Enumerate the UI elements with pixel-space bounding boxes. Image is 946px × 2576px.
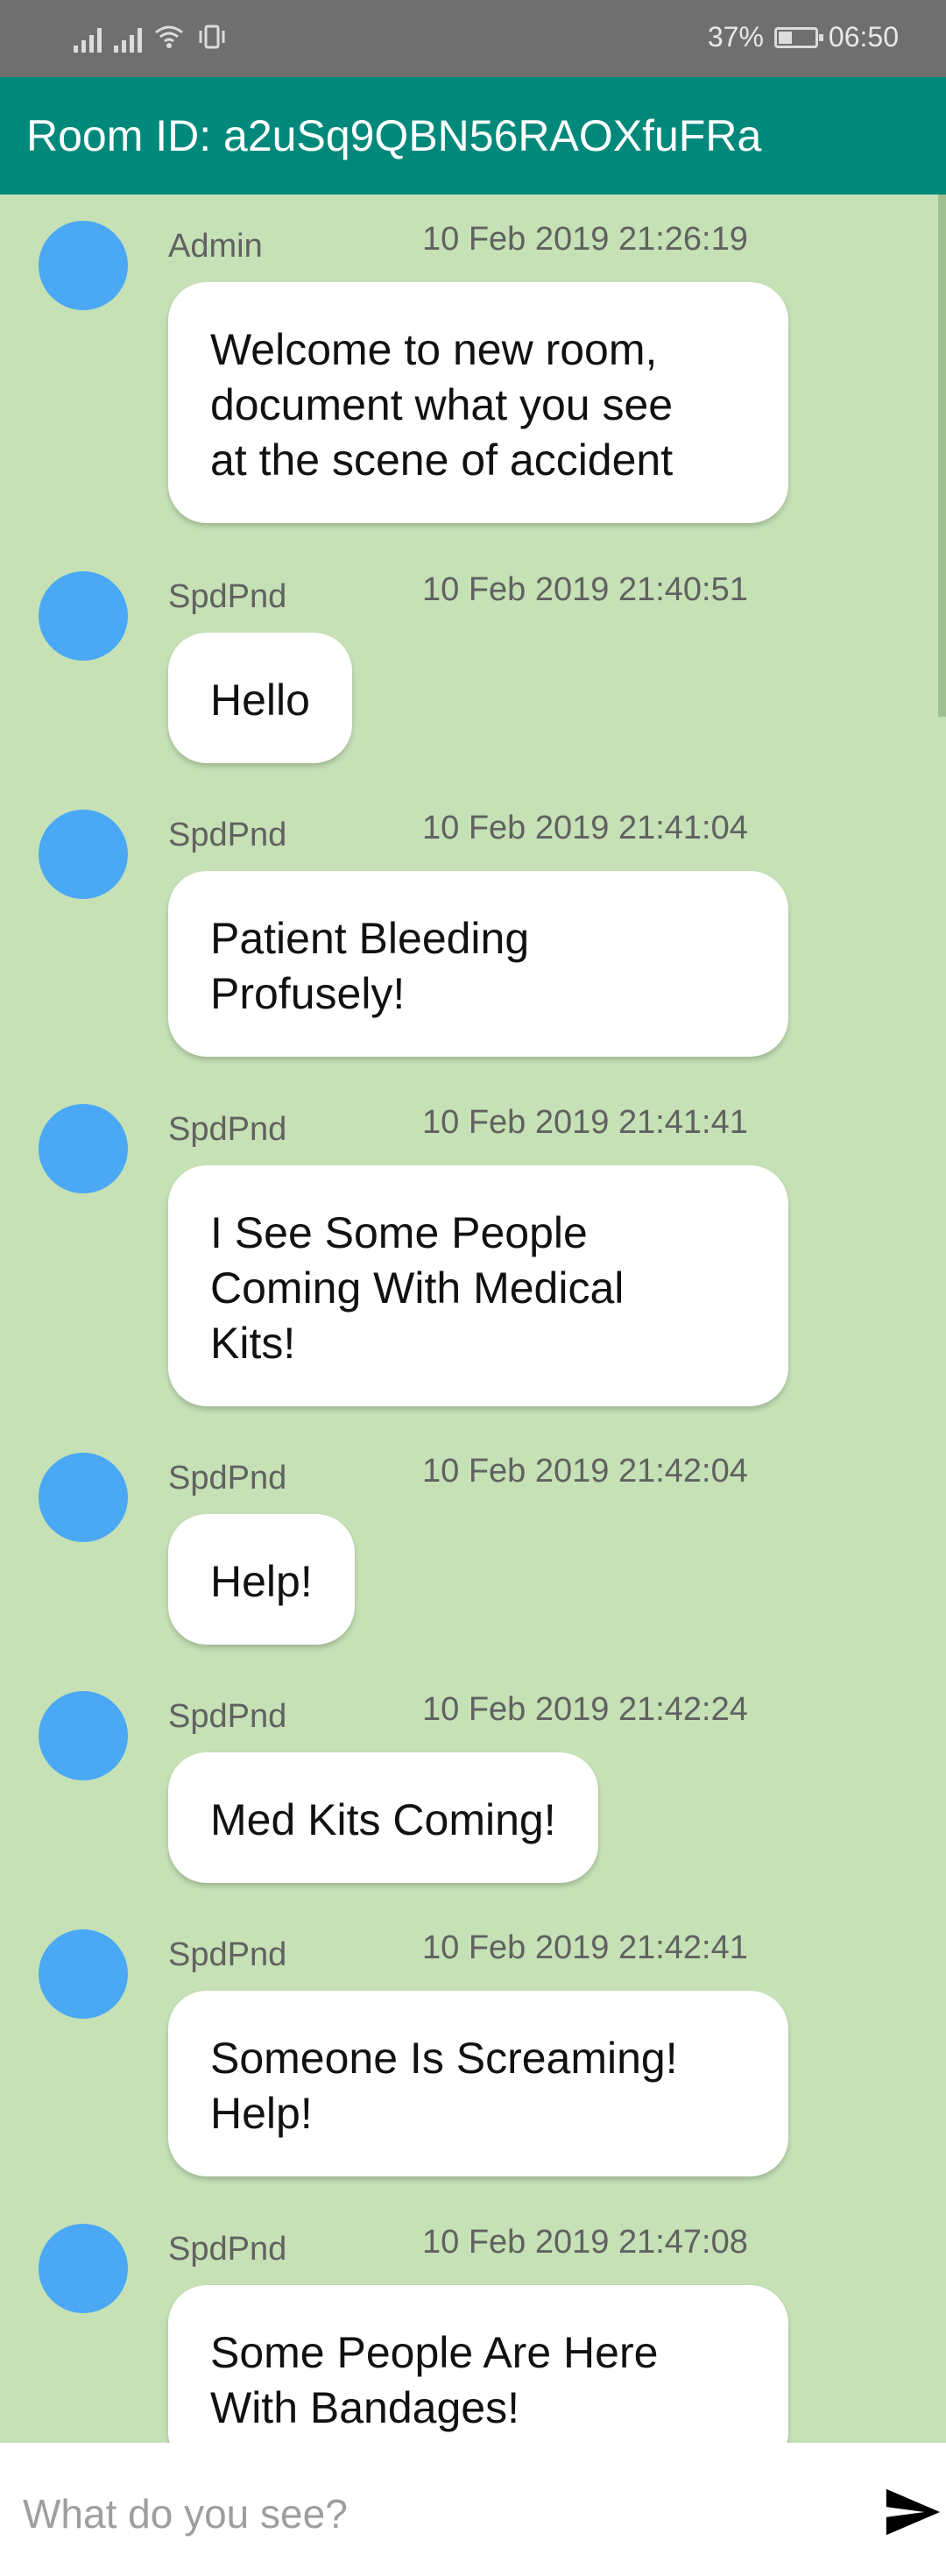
message-bubble[interactable]: Some People Are Here With Bandages! — [168, 2285, 788, 2443]
message-timestamp: 10 Feb 2019 21:40:51 — [422, 571, 748, 608]
message-line: I See Some People — [210, 1208, 588, 1257]
sender-name: SpdPnd — [168, 1936, 287, 1973]
message-line: With Bandages! — [210, 2383, 519, 2432]
status-icons-right: 37% 06:50 — [708, 21, 899, 53]
message-timestamp: 10 Feb 2019 21:42:04 — [422, 1453, 748, 1490]
scrollbar-thumb[interactable] — [938, 195, 946, 717]
avatar[interactable] — [39, 1453, 128, 1542]
message-line: Help! — [210, 2089, 313, 2138]
page-title: Room ID: a2uSq9QBN56RAOXfuFRa — [26, 111, 762, 160]
sender-name: SpdPnd — [168, 1460, 287, 1497]
message-timestamp: 10 Feb 2019 21:42:24 — [422, 1691, 748, 1728]
message-bubble[interactable]: Help! — [168, 1514, 355, 1645]
send-icon[interactable] — [880, 2481, 943, 2543]
signal-sim1-icon — [74, 21, 102, 53]
message-bubble[interactable]: I See Some People Coming With Medical Ki… — [168, 1165, 788, 1406]
message-timestamp: 10 Feb 2019 21:41:04 — [422, 810, 748, 846]
status-bar: 37% 06:50 — [0, 0, 946, 77]
message-timestamp: 10 Feb 2019 21:42:41 — [422, 1929, 748, 1966]
sender-name: SpdPnd — [168, 2231, 287, 2268]
sender-name: Admin — [168, 228, 263, 265]
message-bubble[interactable]: Someone Is Screaming! Help! — [168, 1991, 788, 2176]
avatar[interactable] — [39, 1691, 128, 1780]
avatar[interactable] — [39, 810, 128, 899]
avatar[interactable] — [39, 571, 128, 661]
avatar[interactable] — [39, 2224, 128, 2313]
message-line: Someone Is Screaming! — [210, 2034, 678, 2083]
battery-percent: 37% — [707, 21, 764, 53]
message-timestamp: 10 Feb 2019 21:26:19 — [422, 221, 748, 258]
avatar[interactable] — [39, 1104, 128, 1193]
message-bubble[interactable]: Med Kits Coming! — [168, 1752, 598, 1883]
vibrate-icon — [199, 25, 225, 49]
message-line: Help! — [210, 1557, 313, 1606]
message-line: Med Kits Coming! — [210, 1795, 556, 1844]
message-input[interactable] — [21, 2478, 848, 2550]
message-line: Kits! — [210, 1319, 296, 1368]
message-line: Welcome to new room, — [210, 325, 658, 374]
clock: 06:50 — [828, 21, 899, 53]
avatar[interactable] — [39, 1929, 128, 2019]
wifi-icon — [155, 25, 183, 48]
message-bubble[interactable]: Welcome to new room, document what you s… — [168, 282, 788, 523]
message-line: Coming With Medical — [210, 1263, 625, 1313]
sender-name: SpdPnd — [168, 1111, 287, 1148]
message-composer — [0, 2443, 946, 2576]
sender-name: SpdPnd — [168, 817, 287, 853]
message-line: document what you see — [210, 380, 674, 429]
signal-sim2-icon — [114, 21, 142, 53]
sender-name: SpdPnd — [168, 1698, 287, 1735]
status-icons-left — [74, 21, 228, 53]
message-timestamp: 10 Feb 2019 21:41:41 — [422, 1104, 748, 1141]
message-line: Profusely! — [210, 969, 406, 1018]
chat-message-list[interactable]: Admin 10 Feb 2019 21:26:19 Welcome to ne… — [0, 195, 946, 2443]
avatar[interactable] — [39, 221, 128, 310]
message-line: at the scene of accident — [210, 435, 674, 485]
message-bubble[interactable]: Patient Bleeding Profusely! — [168, 871, 788, 1057]
message-line: Hello — [210, 676, 310, 725]
message-timestamp: 10 Feb 2019 21:47:08 — [422, 2224, 748, 2261]
message-line: Patient Bleeding — [210, 914, 530, 963]
battery-icon — [773, 26, 823, 48]
message-bubble[interactable]: Hello — [168, 633, 352, 763]
sender-name: SpdPnd — [168, 578, 287, 615]
message-line: Some People Are Here — [210, 2328, 659, 2377]
app-bar: Room ID: a2uSq9QBN56RAOXfuFRa — [0, 77, 946, 195]
